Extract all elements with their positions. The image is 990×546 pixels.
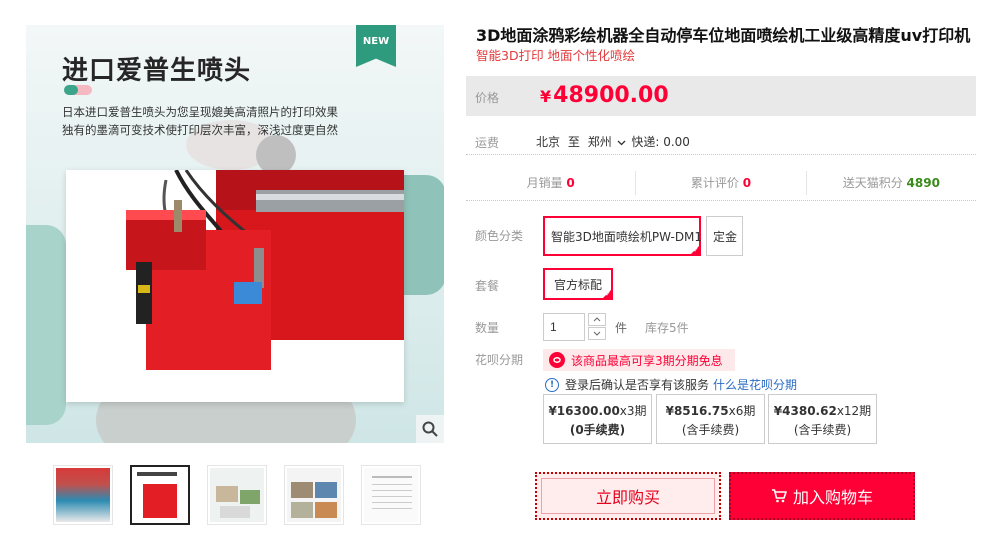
package-label: 套餐	[475, 279, 500, 293]
quantity-unit: 件	[615, 321, 628, 335]
color-option-label: 定金	[713, 229, 738, 244]
shipping-label: 运费	[475, 136, 500, 150]
decor-toggle	[64, 85, 92, 95]
thumbnail-1[interactable]	[53, 465, 113, 525]
stat-reviews[interactable]: 累计评价 0	[636, 171, 807, 195]
zoom-button[interactable]	[416, 415, 444, 443]
chevron-down-icon	[593, 331, 601, 336]
huabei-promo-banner: 该商品最高可享3期分期免息	[543, 349, 735, 371]
image-desc-line: 日本进口爱普生喷头为您呈现媲美高清照片的打印效果	[62, 105, 338, 119]
quantity-decrease-button[interactable]	[588, 327, 606, 340]
bg-shape	[256, 135, 296, 175]
stats-row: 月销量 0 累计评价 0 送天猫积分 4890	[466, 165, 976, 201]
product-subtitle: 智能3D打印 地面个性化喷绘	[476, 48, 636, 63]
price-label: 价格	[475, 91, 500, 105]
price-value: ¥48900.00	[540, 83, 669, 108]
stat-label: 送天猫积分	[842, 176, 903, 190]
new-badge: NEW	[356, 25, 396, 67]
package-option-label: 官方标配	[553, 277, 602, 292]
printhead-illustration	[66, 170, 404, 402]
thumbnail-image	[210, 468, 264, 522]
buy-now-button[interactable]: 立即购买	[535, 472, 721, 520]
installment-plan-3[interactable]: ¥16300.00x3期 (0手续费)	[543, 394, 652, 444]
color-label: 颜色分类	[475, 229, 524, 243]
stock-count: 库存5件	[645, 321, 689, 335]
installment-amount: ¥16300.00	[548, 404, 620, 418]
check-icon: ✓	[605, 290, 611, 298]
product-title: 3D地面涂鸦彩绘机器全自动停车位地面喷绘机工业级高精度uv打印机	[476, 26, 971, 45]
installment-periods: x3期	[619, 404, 647, 418]
huabei-icon	[549, 352, 565, 368]
shipping-fee: 快递: 0.00	[631, 135, 690, 149]
color-option-deposit[interactable]: 定金	[706, 216, 743, 256]
info-icon: !	[545, 377, 559, 392]
installment-periods: x12期	[836, 404, 872, 418]
quantity-label: 数量	[475, 321, 500, 335]
installment-plan-6[interactable]: ¥8516.75x6期 (含手续费)	[656, 394, 765, 444]
shipping-origin: 北京	[536, 135, 561, 149]
chevron-down-icon	[617, 140, 625, 145]
installment-amount: ¥4380.62	[773, 404, 837, 418]
thumbnail-2[interactable]	[130, 465, 190, 525]
price-panel: 价格 ¥48900.00	[466, 76, 976, 116]
installment-amount: ¥8516.75	[665, 404, 729, 418]
huabei-notice-text: 登录后确认是否享有该服务	[565, 378, 710, 392]
quantity-increase-button[interactable]	[588, 313, 606, 326]
installment-plan-12[interactable]: ¥4380.62x12期 (含手续费)	[768, 394, 877, 444]
stat-value: 0	[742, 176, 752, 190]
installment-fee: (0手续费)	[569, 423, 626, 437]
installment-periods: x6期	[728, 404, 756, 418]
thumbnail-image	[133, 468, 187, 522]
huabei-label: 花呗分期	[475, 353, 524, 367]
chevron-up-icon	[593, 317, 601, 322]
installment-fee: (含手续费)	[681, 423, 740, 437]
color-option-label: 智能3D地面喷绘机PW-DM1	[551, 229, 703, 244]
shipping-destination: 郑州	[587, 135, 612, 149]
currency-symbol: ¥	[540, 87, 552, 106]
package-option-selected[interactable]: 官方标配 ✓	[543, 268, 613, 300]
thumbnail-image	[287, 468, 341, 522]
quantity-input[interactable]	[543, 313, 585, 341]
magnifier-icon	[422, 421, 438, 437]
huabei-help-link[interactable]: 什么是花呗分期	[713, 376, 797, 393]
bg-shape	[26, 225, 66, 425]
thumbnail-5[interactable]	[361, 465, 421, 525]
image-description: 日本进口爱普生喷头为您呈现媲美高清照片的打印效果 独有的墨滴可变技术使打印层次丰…	[62, 103, 392, 139]
thumbnail-strip	[53, 465, 421, 525]
stat-label: 累计评价	[690, 176, 739, 190]
stat-tmall-points: 送天猫积分 4890	[807, 171, 976, 195]
thumbnail-image	[364, 468, 418, 522]
cart-icon	[771, 489, 787, 503]
add-to-cart-button[interactable]: 加入购物车	[729, 472, 915, 520]
shipping-row: 运费 北京 至 郑州 快递: 0.00	[466, 125, 976, 155]
image-headline: 进口爱普生喷头	[62, 56, 252, 86]
installment-fee: (含手续费)	[793, 423, 852, 437]
check-icon: ✓	[693, 246, 699, 254]
huabei-promo-text: 该商品最高可享3期分期免息	[571, 353, 723, 368]
color-option-selected[interactable]: 智能3D地面喷绘机PW-DM1 ✓	[543, 216, 703, 256]
stat-value: 4890	[906, 176, 940, 190]
stat-label: 月销量	[526, 176, 563, 190]
shipping-info: 北京 至 郑州 快递: 0.00	[536, 133, 690, 150]
thumbnail-4[interactable]	[284, 465, 344, 525]
add-to-cart-label: 加入购物车	[792, 488, 873, 507]
huabei-notice: ! 登录后确认是否享有该服务 什么是花呗分期	[545, 376, 797, 393]
stat-monthly-sales: 月销量 0	[466, 171, 637, 195]
image-desc-line: 独有的墨滴可变技术使打印层次丰富，深浅过度更自然	[62, 123, 338, 137]
stat-value: 0	[566, 176, 575, 190]
thumbnail-image	[56, 468, 110, 522]
main-product-image[interactable]: 进口爱普生喷头 日本进口爱普生喷头为您呈现媲美高清照片的打印效果 独有的墨滴可变…	[26, 25, 444, 443]
thumbnail-3[interactable]	[207, 465, 267, 525]
price-number: 48900.00	[553, 83, 669, 108]
shipping-destination-select[interactable]: 郑州	[588, 135, 632, 149]
buy-now-label: 立即购买	[595, 488, 660, 507]
printhead-photo	[66, 170, 404, 402]
shipping-to-word: 至	[567, 135, 580, 149]
